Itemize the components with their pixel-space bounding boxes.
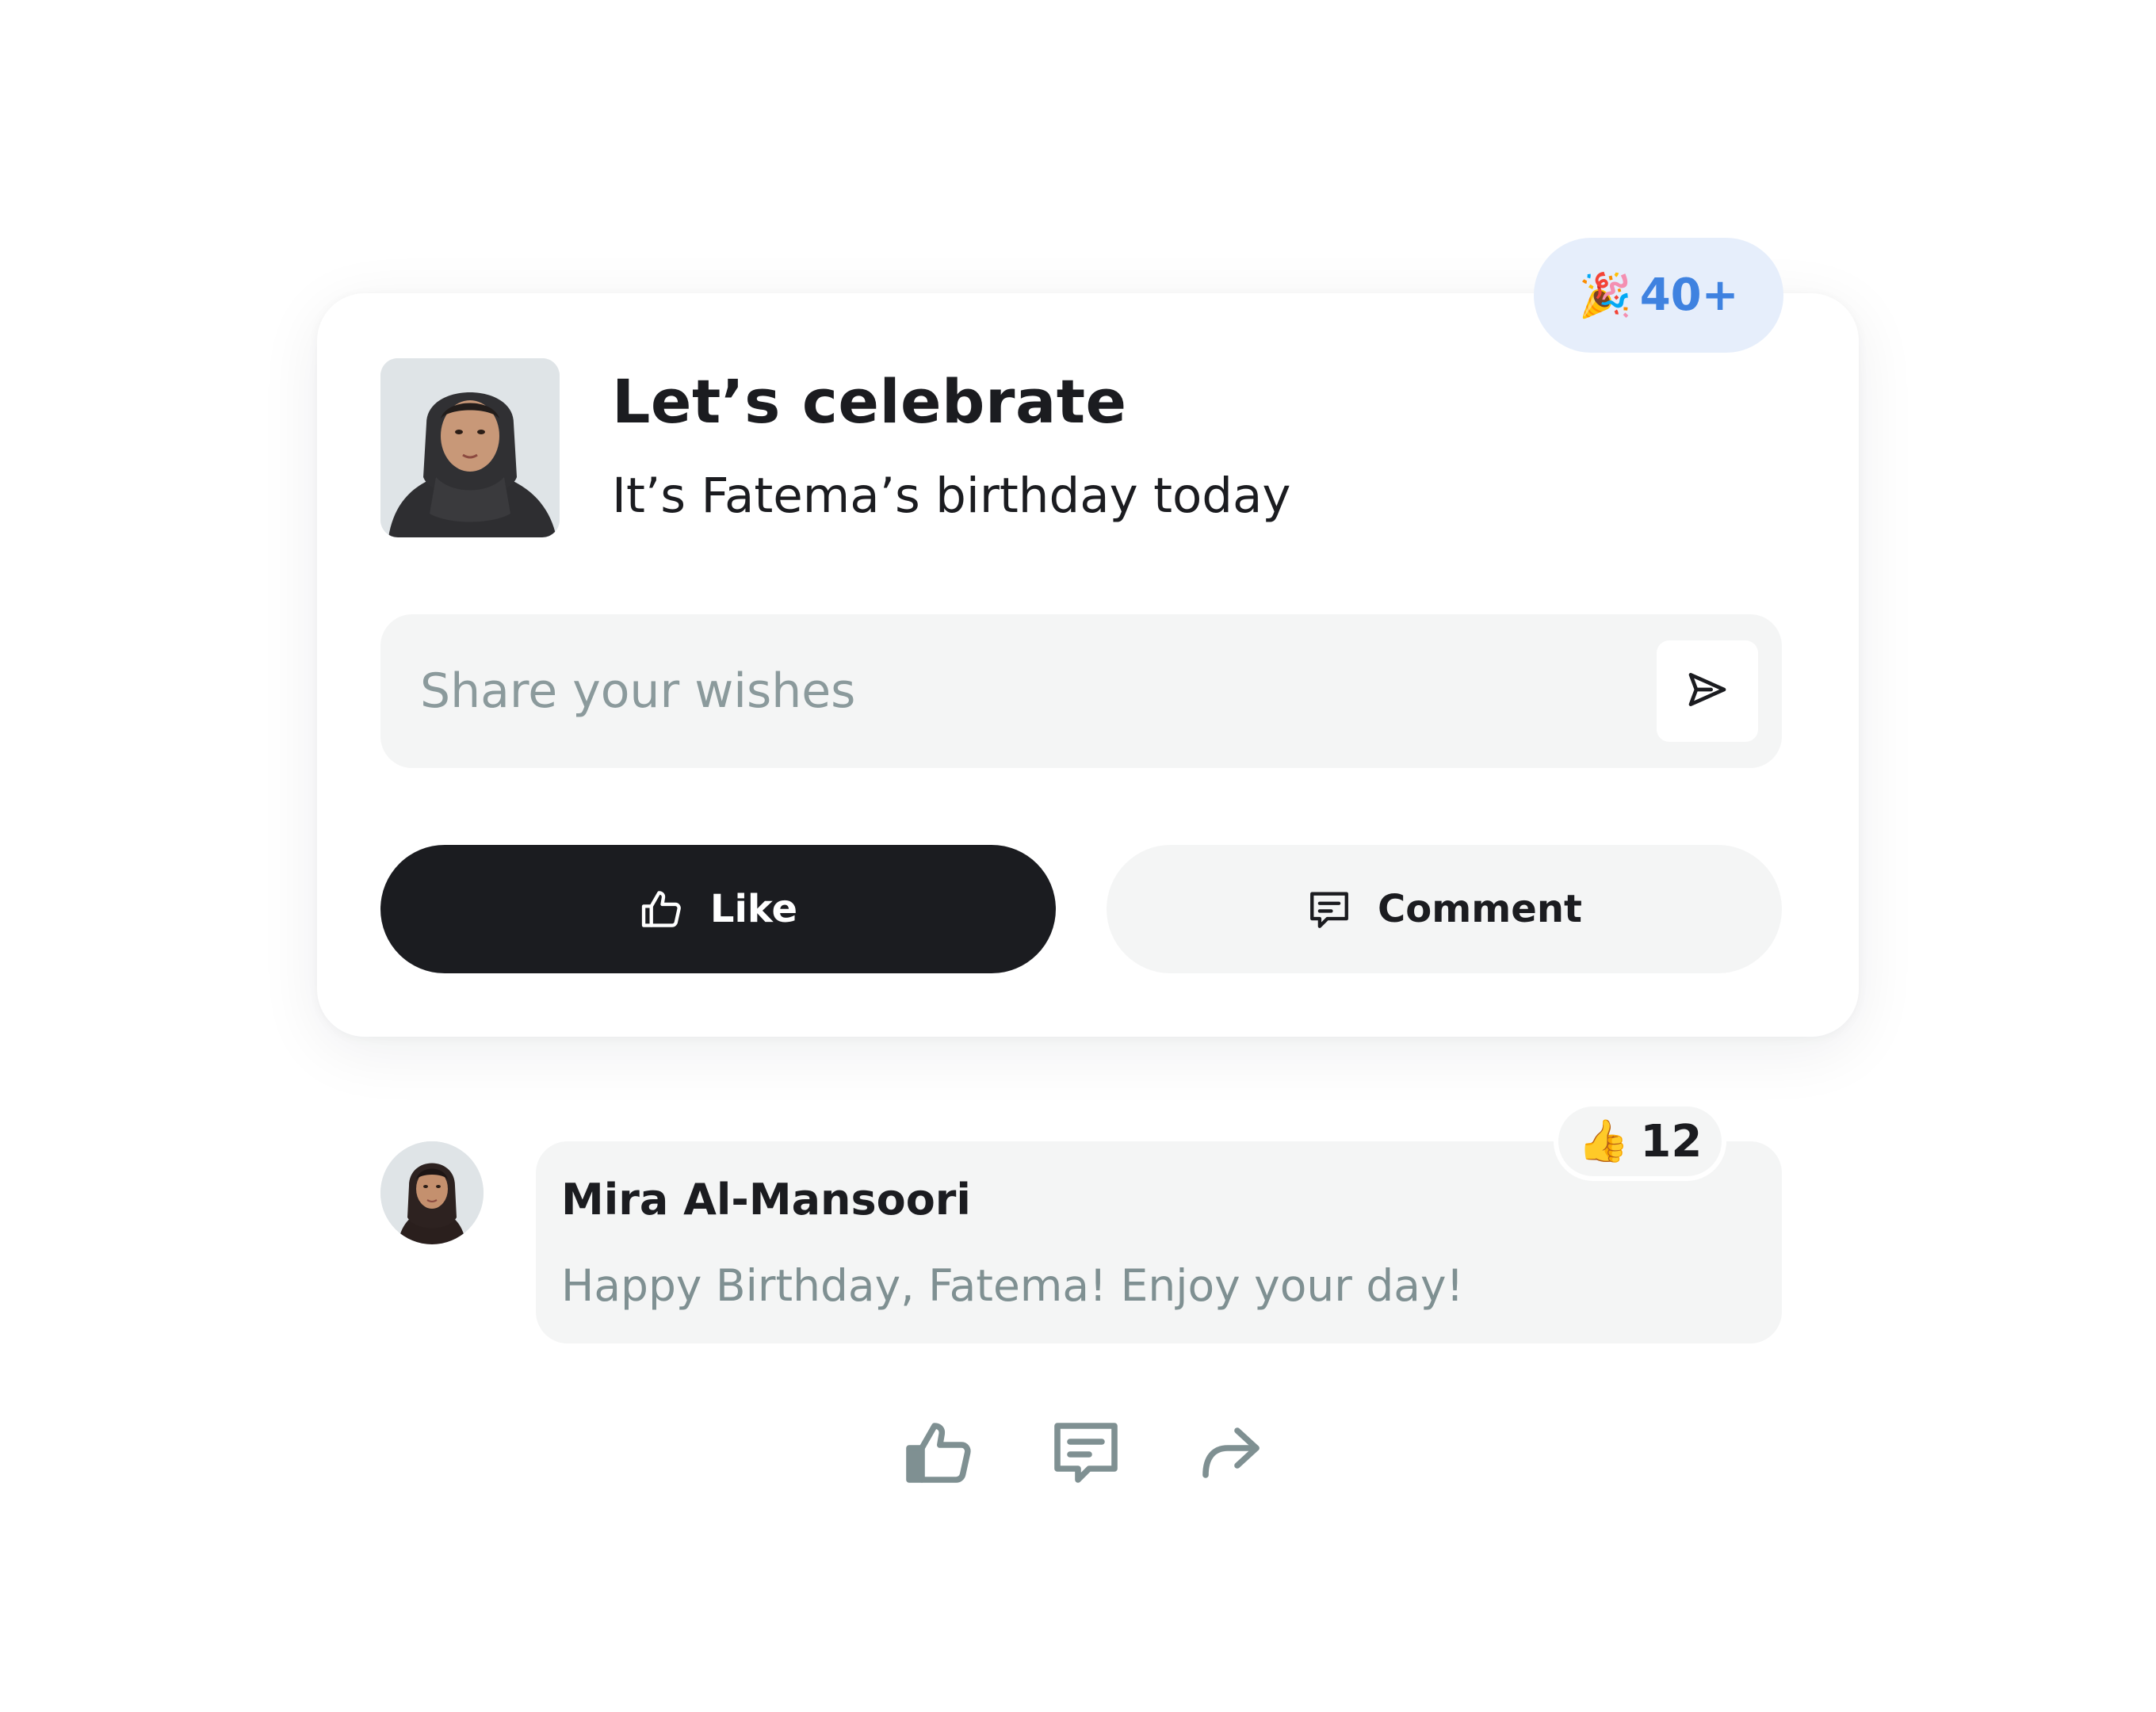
commenter-avatar <box>380 1141 484 1244</box>
party-popper-icon: 🎉 <box>1578 269 1632 320</box>
comment-author: Mira Al-Mansoori <box>561 1175 971 1225</box>
send-button[interactable] <box>1657 640 1758 742</box>
like-button[interactable]: Like <box>380 845 1056 973</box>
comment-text: Happy Birthday, Fatema! Enjoy your day! <box>561 1260 1464 1311</box>
thumbs-up-emoji-icon: 👍 <box>1577 1118 1630 1165</box>
card-title: Let’s celebrate <box>612 366 1127 437</box>
comment-button-label: Comment <box>1378 887 1582 931</box>
share-icon <box>1193 1415 1269 1494</box>
thumbs-up-icon <box>901 1415 977 1494</box>
comment-icon <box>1306 886 1352 932</box>
celebration-count-badge: 🎉 40+ <box>1534 238 1783 353</box>
comment-reply-button[interactable] <box>1042 1411 1130 1498</box>
send-icon <box>1685 667 1730 715</box>
birthday-person-avatar <box>380 358 560 537</box>
comment-button[interactable]: Comment <box>1107 845 1782 973</box>
like-button-label: Like <box>709 887 798 931</box>
comment-like-button[interactable] <box>896 1411 983 1498</box>
reaction-count: 12 <box>1640 1115 1703 1167</box>
celebration-card: Let’s celebrate It’s Fatema’s birthday t… <box>317 293 1859 1037</box>
card-subtitle: It’s Fatema’s birthday today <box>612 468 1291 524</box>
thumbs-up-icon <box>639 886 685 932</box>
comment-icon <box>1048 1415 1124 1494</box>
comment-reaction-badge[interactable]: 👍 12 <box>1554 1102 1726 1181</box>
wish-input-box <box>380 614 1782 768</box>
wish-input[interactable] <box>420 614 1609 768</box>
celebration-count: 40+ <box>1639 269 1739 321</box>
comment-share-button[interactable] <box>1187 1411 1275 1498</box>
